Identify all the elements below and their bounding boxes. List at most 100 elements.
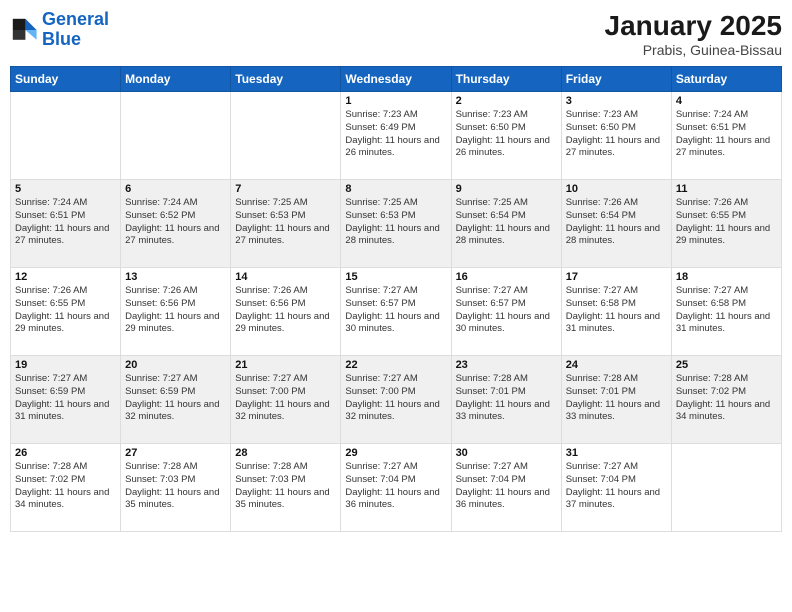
day-info: Sunrise: 7:27 AM Sunset: 7:00 PM Dayligh… — [235, 373, 336, 424]
weekday-header-thursday: Thursday — [451, 67, 561, 92]
calendar-cell: 26 Sunrise: 7:28 AM Sunset: 7:02 PM Dayli… — [11, 444, 121, 532]
calendar-cell: 29 Sunrise: 7:27 AM Sunset: 7:04 PM Dayli… — [341, 444, 451, 532]
location-title: Prabis, Guinea-Bissau — [605, 42, 782, 58]
calendar-cell: 7Sunrise: 7:25 AM Sunset: 6:53 PM Daylig… — [231, 180, 341, 268]
calendar-cell: 6 Sunrise: 7:24 AM Sunset: 6:52 PM Daylig… — [121, 180, 231, 268]
day-info: Sunrise: 7:23 AM Sunset: 6:49 PM Dayligh… — [345, 109, 446, 160]
calendar-cell — [11, 92, 121, 180]
day-number: 26 — [15, 447, 116, 459]
day-number: 10 — [566, 183, 667, 195]
day-info: Sunrise: 7:28 AM Sunset: 7:01 PM Dayligh… — [456, 373, 557, 424]
day-info: Sunrise: 7:27 AM Sunset: 7:04 PM Dayligh… — [566, 461, 667, 512]
calendar-cell — [121, 92, 231, 180]
day-info: Sunrise: 7:26 AM Sunset: 6:54 PM Dayligh… — [566, 197, 667, 248]
day-number: 4 — [676, 95, 777, 107]
calendar-cell: 25 Sunrise: 7:28 AM Sunset: 7:02 PM Dayli… — [671, 356, 781, 444]
day-info: Sunrise: 7:27 AM Sunset: 7:04 PM Dayligh… — [345, 461, 446, 512]
day-info: Sunrise: 7:27 AM Sunset: 7:00 PM Dayligh… — [345, 373, 446, 424]
weekday-header-saturday: Saturday — [671, 67, 781, 92]
calendar-cell: 10 Sunrise: 7:26 AM Sunset: 6:54 PM Dayli… — [561, 180, 671, 268]
day-number: 19 — [15, 359, 116, 371]
calendar-cell: 22Sunrise: 7:27 AM Sunset: 7:00 PM Dayli… — [341, 356, 451, 444]
calendar-week-row: 1 Sunrise: 7:23 AM Sunset: 6:49 PM Daylig… — [11, 92, 782, 180]
calendar-cell: 18 Sunrise: 7:27 AM Sunset: 6:58 PM Dayli… — [671, 268, 781, 356]
day-info: Sunrise: 7:23 AM Sunset: 6:50 PM Dayligh… — [456, 109, 557, 160]
day-number: 31 — [566, 447, 667, 459]
calendar-week-row: 12 Sunrise: 7:26 AM Sunset: 6:55 PM Dayli… — [11, 268, 782, 356]
logo: General Blue — [10, 10, 109, 50]
day-number: 18 — [676, 271, 777, 283]
day-number: 2 — [456, 95, 557, 107]
day-info: Sunrise: 7:28 AM Sunset: 7:02 PM Dayligh… — [15, 461, 116, 512]
day-number: 6 — [125, 183, 226, 195]
calendar-cell: 24Sunrise: 7:28 AM Sunset: 7:01 PM Dayli… — [561, 356, 671, 444]
calendar-cell: 16 Sunrise: 7:27 AM Sunset: 6:57 PM Dayli… — [451, 268, 561, 356]
day-number: 17 — [566, 271, 667, 283]
calendar-cell: 12 Sunrise: 7:26 AM Sunset: 6:55 PM Dayli… — [11, 268, 121, 356]
calendar-cell: 4 Sunrise: 7:24 AM Sunset: 6:51 PM Daylig… — [671, 92, 781, 180]
calendar-cell: 28 Sunrise: 7:28 AM Sunset: 7:03 PM Dayli… — [231, 444, 341, 532]
day-info: Sunrise: 7:28 AM Sunset: 7:03 PM Dayligh… — [125, 461, 226, 512]
weekday-header-sunday: Sunday — [11, 67, 121, 92]
weekday-header-monday: Monday — [121, 67, 231, 92]
calendar-cell: 8 Sunrise: 7:25 AM Sunset: 6:53 PM Daylig… — [341, 180, 451, 268]
calendar-cell: 20 Sunrise: 7:27 AM Sunset: 6:59 PM Dayli… — [121, 356, 231, 444]
day-info: Sunrise: 7:26 AM Sunset: 6:56 PM Dayligh… — [235, 285, 336, 336]
calendar-cell: 9 Sunrise: 7:25 AM Sunset: 6:54 PM Daylig… — [451, 180, 561, 268]
header: General Blue January 2025 Prabis, Guinea… — [10, 10, 782, 58]
day-number: 25 — [676, 359, 777, 371]
day-number: 13 — [125, 271, 226, 283]
day-info: Sunrise: 7:27 AM Sunset: 6:58 PM Dayligh… — [676, 285, 777, 336]
calendar-cell: 1 Sunrise: 7:23 AM Sunset: 6:49 PM Daylig… — [341, 92, 451, 180]
page: General Blue January 2025 Prabis, Guinea… — [0, 0, 792, 612]
day-number: 1 — [345, 95, 446, 107]
calendar-cell: 27Sunrise: 7:28 AM Sunset: 7:03 PM Dayli… — [121, 444, 231, 532]
calendar-cell: 5Sunrise: 7:24 AM Sunset: 6:51 PM Daylig… — [11, 180, 121, 268]
day-info: Sunrise: 7:25 AM Sunset: 6:53 PM Dayligh… — [345, 197, 446, 248]
day-info: Sunrise: 7:27 AM Sunset: 6:57 PM Dayligh… — [345, 285, 446, 336]
day-number: 14 — [235, 271, 336, 283]
weekday-header-wednesday: Wednesday — [341, 67, 451, 92]
day-number: 9 — [456, 183, 557, 195]
calendar-cell — [671, 444, 781, 532]
day-number: 12 — [15, 271, 116, 283]
weekday-header-tuesday: Tuesday — [231, 67, 341, 92]
weekday-header-row: SundayMondayTuesdayWednesdayThursdayFrid… — [11, 67, 782, 92]
day-info: Sunrise: 7:27 AM Sunset: 6:59 PM Dayligh… — [15, 373, 116, 424]
calendar-cell: 17 Sunrise: 7:27 AM Sunset: 6:58 PM Dayli… — [561, 268, 671, 356]
day-number: 11 — [676, 183, 777, 195]
calendar-week-row: 19 Sunrise: 7:27 AM Sunset: 6:59 PM Dayli… — [11, 356, 782, 444]
day-number: 21 — [235, 359, 336, 371]
day-number: 20 — [125, 359, 226, 371]
calendar-cell — [231, 92, 341, 180]
calendar-table: SundayMondayTuesdayWednesdayThursdayFrid… — [10, 66, 782, 532]
calendar-cell: 13Sunrise: 7:26 AM Sunset: 6:56 PM Dayli… — [121, 268, 231, 356]
day-number: 3 — [566, 95, 667, 107]
day-info: Sunrise: 7:28 AM Sunset: 7:03 PM Dayligh… — [235, 461, 336, 512]
day-info: Sunrise: 7:27 AM Sunset: 6:58 PM Dayligh… — [566, 285, 667, 336]
day-info: Sunrise: 7:25 AM Sunset: 6:53 PM Dayligh… — [235, 197, 336, 248]
day-info: Sunrise: 7:27 AM Sunset: 6:57 PM Dayligh… — [456, 285, 557, 336]
calendar-cell: 30Sunrise: 7:27 AM Sunset: 7:04 PM Dayli… — [451, 444, 561, 532]
calendar-cell: 14 Sunrise: 7:26 AM Sunset: 6:56 PM Dayli… — [231, 268, 341, 356]
calendar-cell: 11Sunrise: 7:26 AM Sunset: 6:55 PM Dayli… — [671, 180, 781, 268]
day-number: 23 — [456, 359, 557, 371]
day-info: Sunrise: 7:26 AM Sunset: 6:55 PM Dayligh… — [15, 285, 116, 336]
day-info: Sunrise: 7:28 AM Sunset: 7:02 PM Dayligh… — [676, 373, 777, 424]
calendar-cell: 15 Sunrise: 7:27 AM Sunset: 6:57 PM Dayli… — [341, 268, 451, 356]
day-number: 5 — [15, 183, 116, 195]
calendar-cell: 19 Sunrise: 7:27 AM Sunset: 6:59 PM Dayli… — [11, 356, 121, 444]
day-info: Sunrise: 7:24 AM Sunset: 6:52 PM Dayligh… — [125, 197, 226, 248]
day-info: Sunrise: 7:27 AM Sunset: 7:04 PM Dayligh… — [456, 461, 557, 512]
calendar-cell: 2 Sunrise: 7:23 AM Sunset: 6:50 PM Daylig… — [451, 92, 561, 180]
day-info: Sunrise: 7:25 AM Sunset: 6:54 PM Dayligh… — [456, 197, 557, 248]
day-number: 16 — [456, 271, 557, 283]
day-number: 8 — [345, 183, 446, 195]
calendar-cell: 23 Sunrise: 7:28 AM Sunset: 7:01 PM Dayli… — [451, 356, 561, 444]
day-number: 28 — [235, 447, 336, 459]
day-info: Sunrise: 7:24 AM Sunset: 6:51 PM Dayligh… — [676, 109, 777, 160]
day-number: 15 — [345, 271, 446, 283]
calendar-cell: 21 Sunrise: 7:27 AM Sunset: 7:00 PM Dayli… — [231, 356, 341, 444]
day-info: Sunrise: 7:27 AM Sunset: 6:59 PM Dayligh… — [125, 373, 226, 424]
day-number: 29 — [345, 447, 446, 459]
